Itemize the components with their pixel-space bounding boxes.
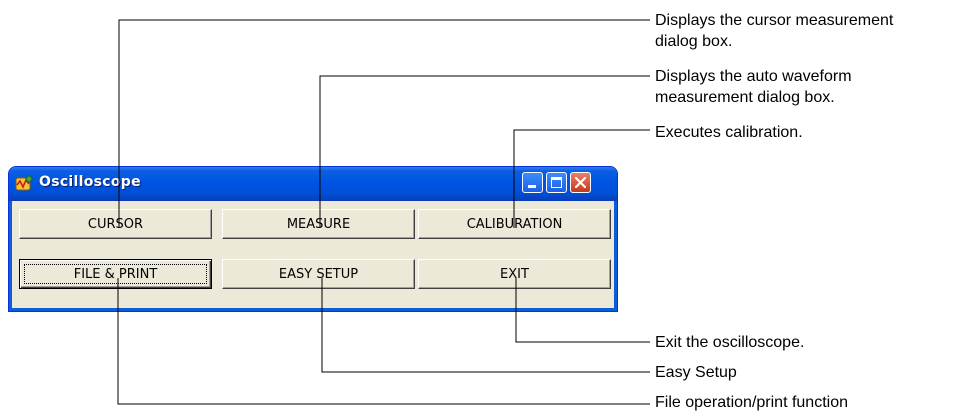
callout-file-print: File operation/print function bbox=[655, 392, 848, 413]
callout-exit-line1: Exit the oscilloscope. bbox=[655, 334, 805, 351]
close-icon bbox=[574, 176, 587, 189]
maximize-button[interactable] bbox=[546, 172, 567, 193]
file-print-button[interactable]: FILE & PRINT bbox=[19, 259, 212, 289]
maximize-icon bbox=[551, 177, 562, 188]
callout-easy-setup: Easy Setup bbox=[655, 362, 737, 383]
callout-calibration: Executes calibration. bbox=[655, 122, 803, 143]
window-client-area: CURSOR MEASURE CALIBURATION FILE & PRINT… bbox=[12, 201, 614, 308]
oscilloscope-app-icon bbox=[15, 175, 33, 193]
oscilloscope-window: Oscilloscope CURSOR MEASURE CALIBURATION… bbox=[8, 166, 618, 312]
window-title: Oscilloscope bbox=[39, 174, 141, 190]
callout-exit: Exit the oscilloscope. bbox=[655, 332, 804, 353]
cursor-button[interactable]: CURSOR bbox=[19, 209, 212, 239]
callout-cursor-line2: dialog box. bbox=[655, 33, 733, 50]
easy-setup-button[interactable]: EASY SETUP bbox=[222, 259, 415, 289]
callout-measure-line1: Displays the auto waveform bbox=[655, 68, 852, 85]
title-bar[interactable]: Oscilloscope bbox=[9, 167, 617, 201]
calibration-button[interactable]: CALIBURATION bbox=[418, 209, 611, 239]
minimize-icon bbox=[528, 185, 536, 188]
close-button[interactable] bbox=[570, 172, 591, 193]
callout-measure: Displays the auto waveform measurement d… bbox=[655, 66, 852, 108]
minimize-button[interactable] bbox=[522, 172, 543, 193]
measure-button[interactable]: MEASURE bbox=[222, 209, 415, 239]
callout-measure-line2: measurement dialog box. bbox=[655, 89, 835, 106]
callout-calibration-line1: Executes calibration. bbox=[655, 124, 803, 141]
exit-button[interactable]: EXIT bbox=[418, 259, 611, 289]
callout-file-print-line1: File operation/print function bbox=[655, 394, 848, 411]
callout-easy-setup-line1: Easy Setup bbox=[655, 364, 737, 381]
callout-cursor-line1: Displays the cursor measurement bbox=[655, 12, 894, 29]
callout-cursor: Displays the cursor measurement dialog b… bbox=[655, 10, 893, 52]
